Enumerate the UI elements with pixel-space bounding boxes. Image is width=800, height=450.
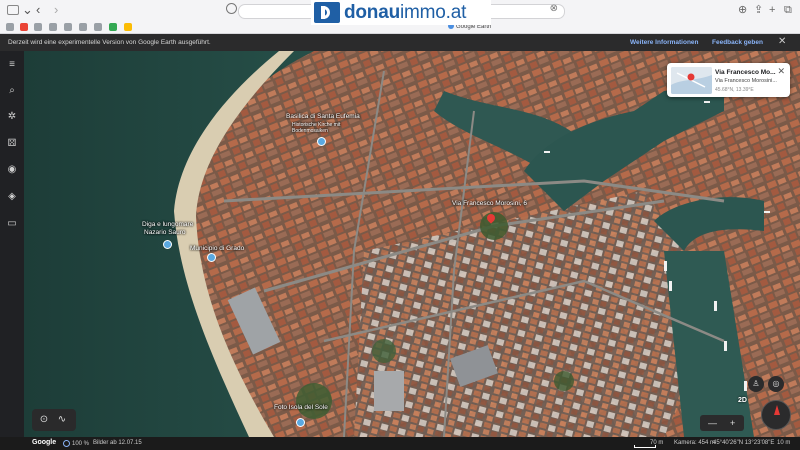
sidebar-toggle-icon[interactable] xyxy=(7,5,19,15)
loading-status: 100 % xyxy=(63,440,89,447)
brand-watermark: donauimmo.at xyxy=(311,0,491,25)
bookmark-icon[interactable] xyxy=(79,23,87,31)
imagery-date: Bilder ab 12.07.15 xyxy=(93,440,142,446)
bookmark-icon[interactable] xyxy=(34,23,42,31)
landmark-pin-icon[interactable] xyxy=(296,418,305,427)
label-diga-line1[interactable]: Diga e lungomare xyxy=(142,221,193,229)
landmark-pin-icon[interactable] xyxy=(163,240,172,249)
bookmark-icon[interactable] xyxy=(6,23,14,31)
satellite-imagery[interactable] xyxy=(24,51,800,437)
google-logo: Google xyxy=(32,439,57,446)
camera-altitude: Kamera: 454 m xyxy=(674,440,716,446)
compass-icon[interactable] xyxy=(761,400,791,430)
tab-group-chevron-icon[interactable]: ⌄ xyxy=(22,2,33,18)
gmail-icon[interactable] xyxy=(20,23,28,31)
brand-name: donauimmo.at xyxy=(344,2,466,24)
share-icon[interactable]: ⇪ xyxy=(754,4,763,16)
dice-icon[interactable]: ⚄ xyxy=(6,138,18,150)
experimental-info-bar: Derzeit wird eine experimentelle Version… xyxy=(0,34,800,51)
layers-icon[interactable]: ◈ xyxy=(6,191,18,203)
label-basilica-description: Historische Kirche mit Bodenmosaiken xyxy=(292,122,341,134)
label-diga-line2[interactable]: Nazario Sauro xyxy=(144,229,186,237)
place-thumbnail xyxy=(671,67,712,94)
ground-altitude: 10 m xyxy=(777,440,791,446)
download-icon[interactable]: ⊕ xyxy=(738,4,747,16)
more-info-link[interactable]: Weitere Informationen xyxy=(630,39,699,46)
map-tools: ⊙ ∿ xyxy=(32,409,76,431)
menu-icon[interactable]: ≡ xyxy=(6,59,18,71)
label-basilica[interactable]: Basilica di Santa Eufemia xyxy=(286,113,360,121)
earth-map-view[interactable]: Basilica di Santa Eufemia Historische Ki… xyxy=(24,51,800,437)
measure-icon[interactable]: ▭ xyxy=(6,218,18,230)
cursor-coordinates: 45°40'26"N 13°23'08"E xyxy=(713,440,775,446)
place-coordinates: 45.68°N, 13.39°E xyxy=(715,87,754,93)
status-bar: Google 100 % Bilder ab 12.07.15 70 m Kam… xyxy=(0,437,800,450)
feedback-link[interactable]: Feedback geben xyxy=(712,39,763,46)
forward-icon[interactable]: › xyxy=(54,2,58,18)
brand-name-light: immo.at xyxy=(400,1,467,23)
landmark-pin-icon[interactable] xyxy=(317,137,326,146)
brand-name-bold: donau xyxy=(344,1,400,23)
label-address[interactable]: Via Francesco Morosini, 6 xyxy=(452,200,527,208)
app-icon[interactable] xyxy=(109,23,117,31)
loading-percent: 100 % xyxy=(72,441,90,448)
place-subtitle: Via Francesco Morosini... xyxy=(715,78,777,84)
view-2d-toggle[interactable]: 2D xyxy=(738,397,747,404)
scale-bar xyxy=(634,445,656,448)
map-thumbnail-icon xyxy=(671,67,712,94)
search-icon[interactable]: ⌕ xyxy=(6,85,18,97)
close-icon[interactable]: ✕ xyxy=(777,66,785,77)
zoom-in-button[interactable]: + xyxy=(730,415,735,431)
bookmark-icon[interactable] xyxy=(94,23,102,31)
path-icon[interactable]: ∿ xyxy=(56,414,68,426)
street-view-icon[interactable]: ♙ xyxy=(748,376,764,392)
google-icon[interactable] xyxy=(124,23,132,31)
label-municipio[interactable]: Municipio di Grado xyxy=(190,245,244,253)
bookmark-icon[interactable] xyxy=(49,23,57,31)
projects-icon[interactable]: ◉ xyxy=(6,164,18,176)
zoom-control: — + xyxy=(700,415,744,431)
location-icon[interactable]: ◎ xyxy=(768,376,784,392)
new-tab-icon[interactable]: + xyxy=(769,4,775,16)
place-marker-icon[interactable]: ⊙ xyxy=(38,414,50,426)
back-icon[interactable]: ‹ xyxy=(36,2,40,18)
loading-icon xyxy=(63,440,70,447)
info-message: Derzeit wird eine experimentelle Version… xyxy=(8,39,211,46)
privacy-icon[interactable] xyxy=(226,3,237,14)
zoom-out-button[interactable]: — xyxy=(708,415,717,431)
brand-logo-icon xyxy=(314,2,340,23)
place-title: Via Francesco Mo... xyxy=(715,69,776,76)
voyager-icon[interactable]: ✲ xyxy=(6,111,18,123)
tab-overview-icon[interactable]: ⧉ xyxy=(784,4,792,16)
place-card[interactable]: Via Francesco Mo... Via Francesco Morosi… xyxy=(667,63,790,97)
landmark-pin-icon[interactable] xyxy=(207,253,216,262)
left-toolbar: ≡ ⌕ ✲ ⚄ ◉ ◈ ▭ xyxy=(0,51,24,437)
clear-address-icon[interactable]: ⊗ xyxy=(550,3,558,14)
close-icon[interactable]: ✕ xyxy=(778,36,786,47)
bookmark-icon[interactable] xyxy=(64,23,72,31)
label-isola[interactable]: Foto Isola del Sole xyxy=(274,404,328,412)
